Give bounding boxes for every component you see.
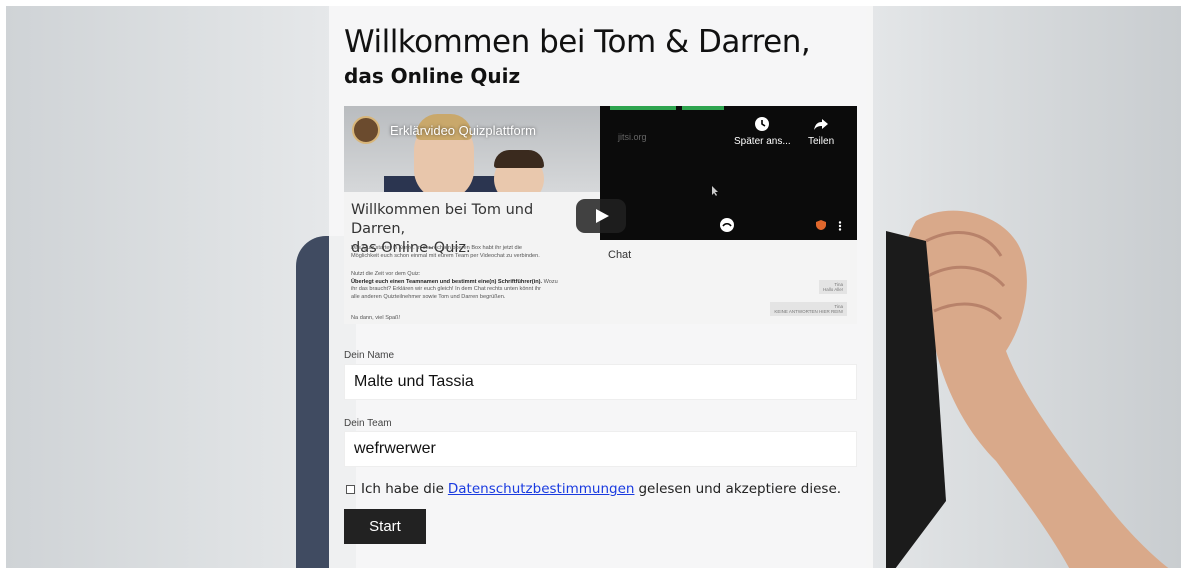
video-player[interactable]: Willkommen bei Tom und Darren, das Onlin… [344,106,857,324]
start-button[interactable]: Start [344,509,426,544]
watch-later-label: Später ans... [734,136,791,147]
hangup-icon[interactable] [720,218,734,232]
play-button[interactable] [576,199,626,233]
video-slide-paragraph: Das Quiz startet in Kürze. In der rechte… [351,245,601,260]
video-text-rest: Wozu [542,278,558,285]
share-label: Teilen [808,136,835,147]
green-tab [610,106,676,110]
video-slide: Willkommen bei Tom und Darren, das Onlin… [344,106,600,324]
privacy-consent: Ich habe die Datenschutzbestimmungen gel… [346,481,841,497]
team-input[interactable]: wefrwerwer [344,431,857,467]
video-text-bold: Überlegt euch einen Teamnamen und bestim… [351,278,543,285]
page-title: Willkommen bei Tom & Darren, [344,24,811,60]
privacy-checkbox[interactable] [346,484,355,494]
video-text-line: Überlegt euch einen Teamnamen und bestim… [351,279,601,287]
video-slide-paragraph: Nutzt die Zeit vor dem Quiz: Überlegt eu… [351,271,601,301]
video-slide-paragraph: Na dann, viel Spaß! [351,315,401,321]
video-hosts-photo [344,106,600,192]
team-label: Dein Team [344,418,392,429]
name-label: Dein Name [344,350,395,361]
video-heading-line: Willkommen bei Tom und Darren, [351,202,534,237]
more-menu-icon[interactable] [838,221,842,231]
name-input[interactable]: Malte und Tassia [344,364,857,400]
video-title[interactable]: Erklärvideo Quizplattform [390,123,536,138]
video-text-line: Nutzt die Zeit vor dem Quiz: [351,271,421,277]
chat-message: Tina Hallo Alle! [818,280,847,294]
video-jitsi-area: jitsi.org Später ans... Teilen [600,106,857,240]
consent-text-after: gelesen und akzeptiere diese. [638,481,842,497]
clock-icon [755,117,770,131]
chat-message: Tina KEINE ANTWORTEN HIER REIN! [770,302,847,316]
video-chat-area: Chat Tina Hallo Alle! Tina KEINE ANTWORT… [600,240,857,324]
chat-message-text: KEINE ANTWORTEN HIER REIN! [774,309,843,314]
mouse-cursor-icon [712,186,718,196]
share-arrow-icon [814,119,829,130]
share-button[interactable]: Teilen [808,116,834,147]
privacy-policy-link[interactable]: Datenschutzbestimmungen [448,481,635,497]
page-subtitle: das Online Quiz [344,64,521,88]
video-text-line: alle anderen Quizteilnehmer sowie Tom un… [351,293,506,300]
chat-title: Chat [608,249,632,261]
video-text-line: Das Quiz startet in Kürze. In der rechte… [351,245,523,251]
chat-message-text: Hallo Alle! [822,287,843,292]
jitsi-watermark: jitsi.org [618,132,647,142]
channel-avatar[interactable] [352,116,380,144]
video-text-line: ihr das braucht? Erklären wir euch gleic… [351,286,541,292]
shield-icon [816,220,826,230]
green-tab [682,106,724,110]
background-raised-fist [886,210,1169,568]
video-text-line: Möglichkeit euch schon einmal mit eurem … [351,252,540,259]
consent-text-before: Ich habe die [361,481,444,497]
watch-later-button[interactable]: Später ans... [734,116,791,147]
